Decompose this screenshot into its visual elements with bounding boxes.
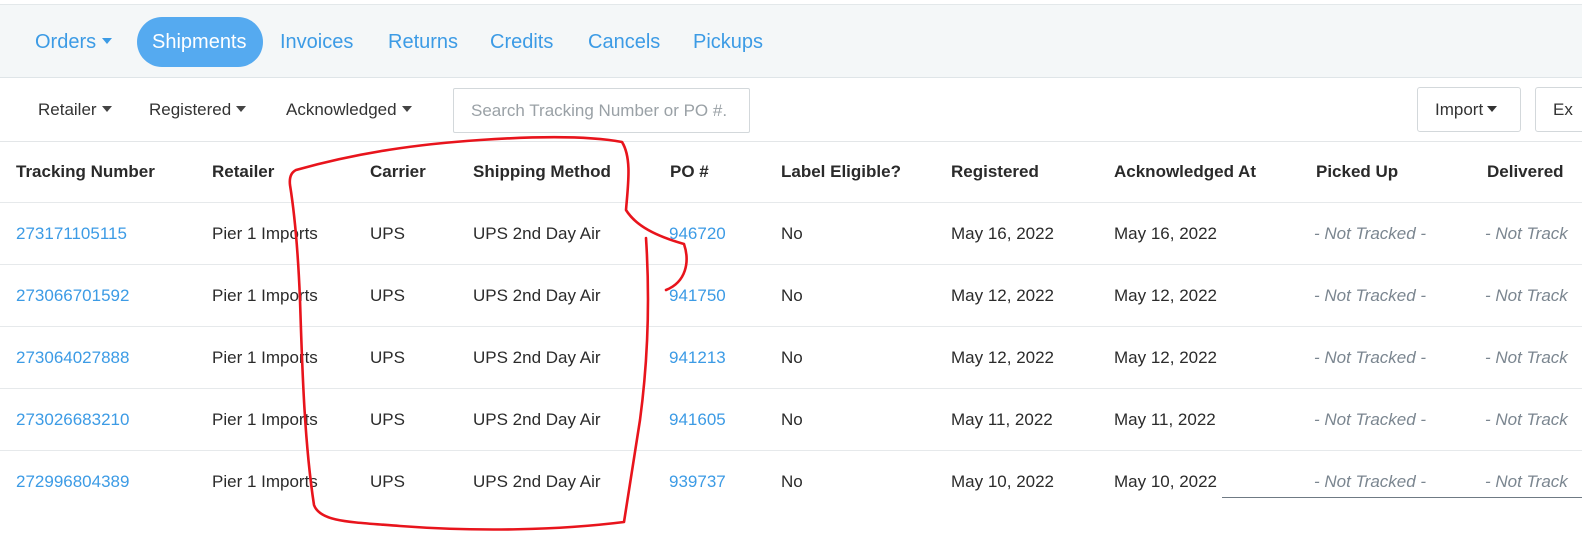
table-row[interactable]: 273026683210 Pier 1 Imports UPS UPS 2nd … xyxy=(0,389,1582,451)
chevron-down-icon xyxy=(1487,105,1498,112)
registered-date-cell: May 10, 2022 xyxy=(951,472,1055,491)
registered-filter-label: Registered xyxy=(149,100,232,119)
label-eligible-cell: No xyxy=(781,286,803,305)
registered-date-cell: May 12, 2022 xyxy=(951,348,1055,367)
delivered-cell: - Not Track xyxy=(1485,472,1568,491)
po-number-link[interactable]: 946720 xyxy=(669,203,726,265)
filter-toolbar: Retailer Registered Acknowledged Import … xyxy=(0,79,1582,142)
row-underline-divider xyxy=(1222,497,1582,498)
carrier-cell: UPS xyxy=(370,224,405,243)
column-header-registered[interactable]: Registered xyxy=(951,141,1039,203)
shipments-table: Tracking Number Retailer Carrier Shippin… xyxy=(0,141,1582,513)
chevron-down-icon xyxy=(401,105,412,112)
po-number-link[interactable]: 941605 xyxy=(669,389,726,451)
delivered-cell: - Not Track xyxy=(1485,224,1568,243)
shipping-method-cell: UPS 2nd Day Air xyxy=(473,286,601,305)
delivered-cell: - Not Track xyxy=(1485,410,1568,429)
tab-pickups[interactable]: Pickups xyxy=(693,17,763,67)
shipping-method-cell: UPS 2nd Day Air xyxy=(473,224,601,243)
carrier-cell: UPS xyxy=(370,348,405,367)
chevron-down-icon xyxy=(236,105,247,112)
import-button-label: Import xyxy=(1435,100,1484,119)
retailer-filter-label: Retailer xyxy=(38,100,97,119)
picked-up-cell: - Not Tracked - xyxy=(1314,286,1427,305)
registered-date-cell: May 11, 2022 xyxy=(951,410,1053,429)
shipping-method-cell: UPS 2nd Day Air xyxy=(473,410,601,429)
carrier-cell: UPS xyxy=(370,410,405,429)
tracking-number-link[interactable]: 273066701592 xyxy=(16,265,129,327)
tab-credits[interactable]: Credits xyxy=(490,17,553,67)
carrier-cell: UPS xyxy=(370,286,405,305)
column-header-picked-up[interactable]: Picked Up xyxy=(1316,141,1398,203)
picked-up-cell: - Not Tracked - xyxy=(1314,348,1427,367)
table-row[interactable]: 273066701592 Pier 1 Imports UPS UPS 2nd … xyxy=(0,265,1582,327)
tracking-number-link[interactable]: 273064027888 xyxy=(16,327,129,389)
column-header-po[interactable]: PO # xyxy=(670,141,709,203)
acknowledged-date-cell: May 10, 2022 xyxy=(1114,472,1218,491)
shipping-method-cell: UPS 2nd Day Air xyxy=(473,348,601,367)
tracking-number-link[interactable]: 273171105115 xyxy=(16,203,127,265)
export-button[interactable]: Ex xyxy=(1535,87,1582,132)
chevron-down-icon xyxy=(101,105,112,112)
column-header-acknowledged-at[interactable]: Acknowledged At xyxy=(1114,141,1256,203)
search-input[interactable] xyxy=(453,88,750,133)
acknowledged-date-cell: May 16, 2022 xyxy=(1114,224,1218,243)
table-row[interactable]: 272996804389 Pier 1 Imports UPS UPS 2nd … xyxy=(0,451,1582,513)
column-header-carrier[interactable]: Carrier xyxy=(370,141,426,203)
tab-cancels[interactable]: Cancels xyxy=(588,17,660,67)
acknowledged-date-cell: May 11, 2022 xyxy=(1114,410,1216,429)
table-row[interactable]: 273064027888 Pier 1 Imports UPS UPS 2nd … xyxy=(0,327,1582,389)
table-header-row: Tracking Number Retailer Carrier Shippin… xyxy=(0,141,1582,203)
picked-up-cell: - Not Tracked - xyxy=(1314,472,1427,491)
acknowledged-date-cell: May 12, 2022 xyxy=(1114,348,1218,367)
registered-date-cell: May 16, 2022 xyxy=(951,224,1055,243)
column-header-retailer[interactable]: Retailer xyxy=(212,141,274,203)
shipping-method-cell: UPS 2nd Day Air xyxy=(473,472,601,491)
top-tab-nav: Orders Shipments Invoices Returns Credit… xyxy=(0,4,1582,78)
column-header-label-eligible[interactable]: Label Eligible? xyxy=(781,141,901,203)
label-eligible-cell: No xyxy=(781,472,803,491)
import-button[interactable]: Import xyxy=(1417,87,1521,132)
po-number-link[interactable]: 941213 xyxy=(669,327,726,389)
tab-shipments[interactable]: Shipments xyxy=(137,17,263,67)
export-button-label: Ex xyxy=(1553,100,1573,119)
table-row[interactable]: 273171105115 Pier 1 Imports UPS UPS 2nd … xyxy=(0,203,1582,265)
label-eligible-cell: No xyxy=(781,348,803,367)
label-eligible-cell: No xyxy=(781,224,803,243)
retailer-cell: Pier 1 Imports xyxy=(212,348,318,367)
picked-up-cell: - Not Tracked - xyxy=(1314,410,1427,429)
tab-orders[interactable]: Orders xyxy=(35,17,113,67)
retailer-cell: Pier 1 Imports xyxy=(212,472,318,491)
delivered-cell: - Not Track xyxy=(1485,286,1568,305)
column-header-shipping-method[interactable]: Shipping Method xyxy=(473,141,611,203)
column-header-tracking-number[interactable]: Tracking Number xyxy=(16,141,155,203)
acknowledged-date-cell: May 12, 2022 xyxy=(1114,286,1218,305)
po-number-link[interactable]: 941750 xyxy=(669,265,726,327)
column-header-delivered[interactable]: Delivered xyxy=(1487,141,1564,203)
po-number-link[interactable]: 939737 xyxy=(669,451,726,513)
tracking-number-link[interactable]: 272996804389 xyxy=(16,451,129,513)
delivered-cell: - Not Track xyxy=(1485,348,1568,367)
acknowledged-filter-label: Acknowledged xyxy=(286,100,397,119)
chevron-down-icon xyxy=(102,37,113,44)
tab-orders-label: Orders xyxy=(35,31,97,53)
retailer-cell: Pier 1 Imports xyxy=(212,224,318,243)
tab-invoices[interactable]: Invoices xyxy=(280,17,353,67)
retailer-filter-dropdown[interactable]: Retailer xyxy=(38,79,112,141)
retailer-cell: Pier 1 Imports xyxy=(212,410,318,429)
registered-date-cell: May 12, 2022 xyxy=(951,286,1055,305)
tracking-number-link[interactable]: 273026683210 xyxy=(16,389,129,451)
acknowledged-filter-dropdown[interactable]: Acknowledged xyxy=(286,79,412,141)
tab-returns[interactable]: Returns xyxy=(388,17,458,67)
label-eligible-cell: No xyxy=(781,410,803,429)
picked-up-cell: - Not Tracked - xyxy=(1314,224,1427,243)
carrier-cell: UPS xyxy=(370,472,405,491)
retailer-cell: Pier 1 Imports xyxy=(212,286,318,305)
registered-filter-dropdown[interactable]: Registered xyxy=(149,79,247,141)
